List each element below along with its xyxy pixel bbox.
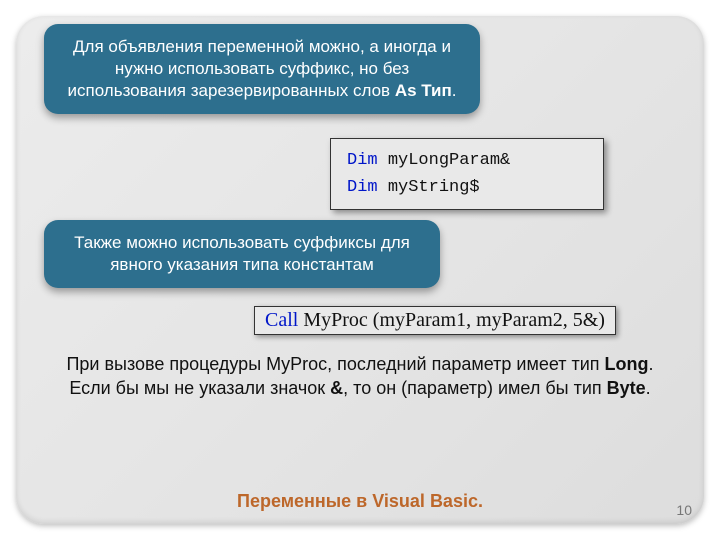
callout-const-suffix: Также можно использовать суффиксы для яв… [44,220,440,288]
callout1-prefix: Для объявления переменной можно, а иногд… [68,37,451,100]
slide-title: Переменные в Visual Basic. [0,491,720,512]
code-line-1: Dim myLongParam& [347,147,587,174]
callout2-text: Также можно использовать суффиксы для яв… [74,233,410,274]
keyword-call: Call [265,309,298,331]
ident-1: myLongParam& [388,151,510,170]
body-l1b: Long [605,354,649,374]
body-l2c: , то он (параметр) имел бы тип [343,378,606,398]
code-line-2: Dim myString$ [347,174,587,201]
body-l2d: Byte [607,378,646,398]
page-number: 10 [676,502,692,518]
body-l1c: . [649,354,654,374]
slide: Для объявления переменной можно, а иногд… [0,0,720,540]
callout1-suffix: . [452,81,457,100]
body-l2e: . [646,378,651,398]
keyword-dim-2: Dim [347,178,378,197]
body-l2b: & [330,378,343,398]
code-example-call: Call MyProc (myParam1, myParam2, 5&) [254,306,616,335]
callout1-bold: As Тип [395,81,452,100]
body-l2a: Если бы мы не указали значок [69,378,330,398]
call-rest: MyProc (myParam1, myParam2, 5&) [298,309,605,331]
callout-declare-suffix: Для объявления переменной можно, а иногд… [44,24,480,114]
code-example-dim: Dim myLongParam& Dim myString$ [330,138,604,210]
ident-2: myString$ [388,178,480,197]
body-l1a: При вызове процедуры MyProc, последний п… [66,354,604,374]
keyword-dim-1: Dim [347,151,378,170]
explanation-text: При вызове процедуры MyProc, последний п… [40,352,680,401]
